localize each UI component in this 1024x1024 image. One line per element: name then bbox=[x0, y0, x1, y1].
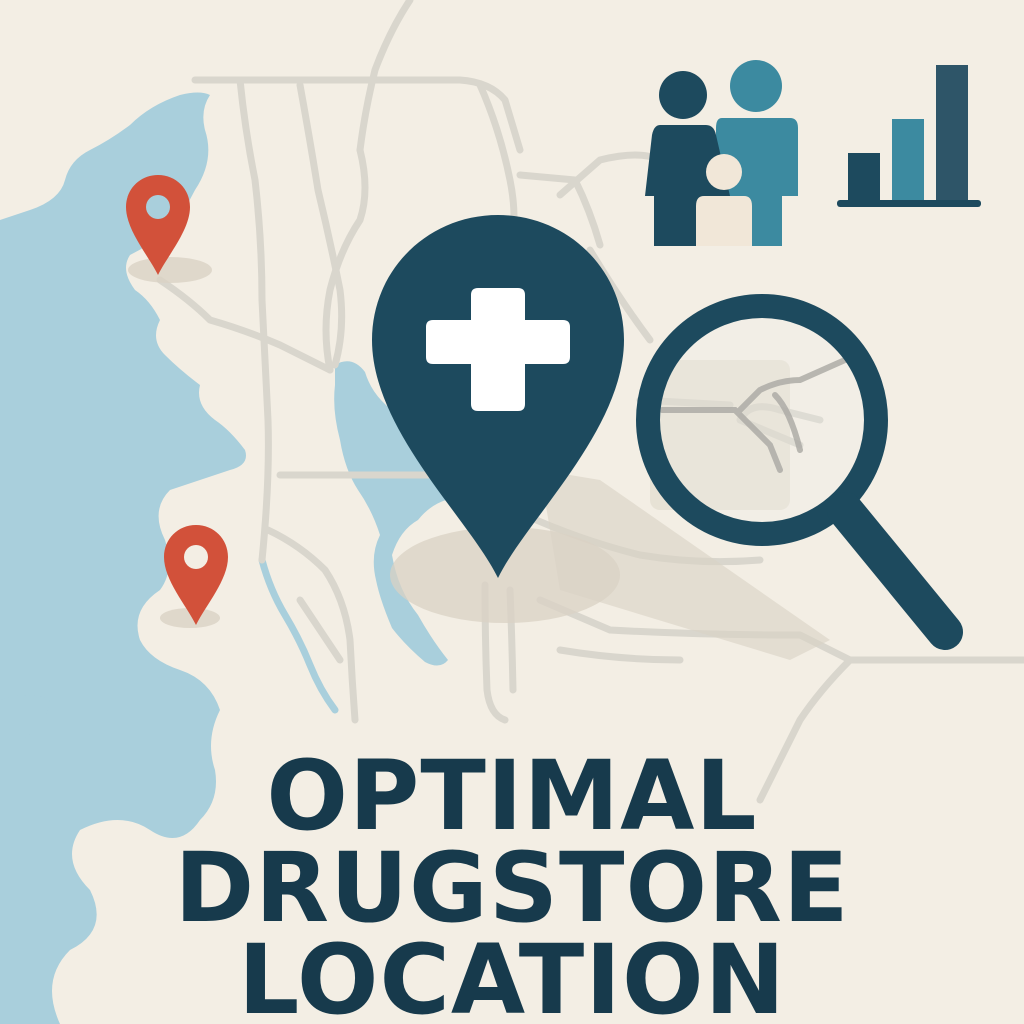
title-line-2: DRUGSTORE bbox=[174, 832, 850, 944]
bar-chart-baseline bbox=[837, 200, 981, 207]
title-line-1: OPTIMAL bbox=[266, 740, 758, 852]
road bbox=[236, 76, 272, 564]
bar-chart-icon bbox=[837, 65, 981, 207]
road bbox=[356, 0, 414, 154]
family-icon bbox=[645, 60, 798, 246]
road bbox=[556, 151, 664, 199]
title-line-3: LOCATION bbox=[238, 924, 786, 1024]
road bbox=[296, 81, 346, 369]
road bbox=[156, 276, 334, 374]
bar-chart-bar bbox=[936, 65, 968, 202]
road bbox=[556, 646, 684, 664]
road bbox=[264, 526, 359, 724]
competitor-marker-shadow bbox=[128, 257, 212, 283]
bar-chart-bar bbox=[892, 119, 924, 202]
map-illustration: OPTIMAL DRUGSTORE LOCATION bbox=[0, 0, 1024, 1024]
bar-chart-bar bbox=[848, 153, 880, 202]
